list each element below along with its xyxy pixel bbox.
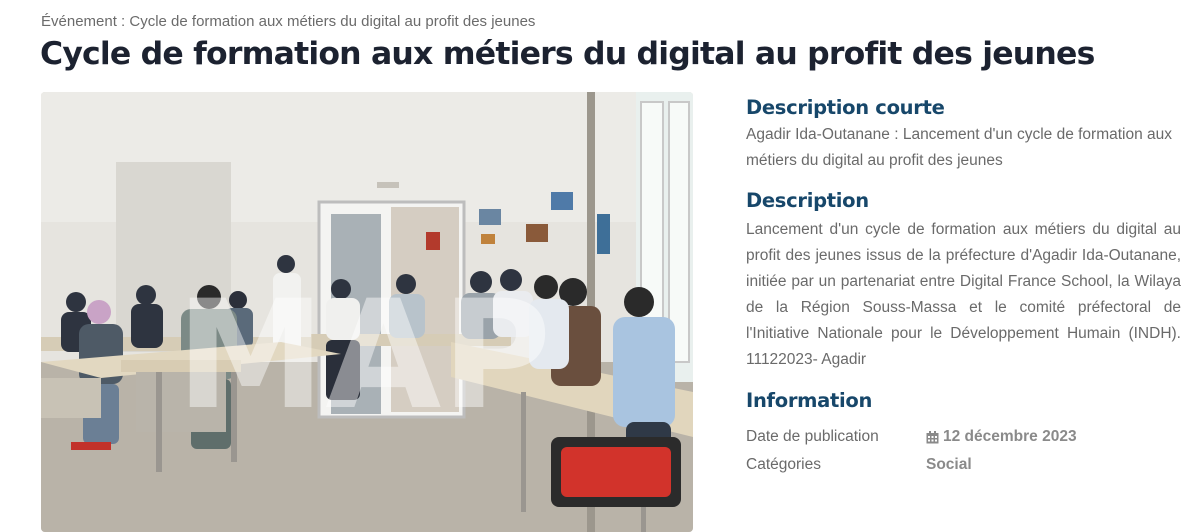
information-heading: Information <box>746 389 873 412</box>
short-description-section: Description courte Agadir Ida-Outanane :… <box>746 94 1181 174</box>
categories-label: Catégories <box>746 456 821 473</box>
categories-row: Catégories Social <box>746 451 1181 479</box>
description-heading: Description <box>746 189 869 212</box>
publication-value: 12 décembre 2023 <box>926 423 1077 451</box>
map-watermark: MAP <box>176 269 551 443</box>
short-description-heading: Description courte <box>746 96 945 119</box>
event-details: Description courte Agadir Ida-Outanane :… <box>746 92 1181 479</box>
publication-label: Date de publication <box>746 428 879 445</box>
description-text: Lancement d'un cycle de formation aux mé… <box>746 221 1181 368</box>
event-photo[interactable]: MAP <box>41 92 693 532</box>
calendar-icon <box>926 430 939 443</box>
page-title: Cycle de formation aux métiers du digita… <box>40 36 1095 72</box>
information-section: Information Date de publication 12 décem… <box>746 387 1181 479</box>
publication-row: Date de publication 12 décembre 2023 <box>746 423 1181 451</box>
breadcrumb: Événement : Cycle de formation aux métie… <box>41 13 536 30</box>
short-description-text: Agadir Ida-Outanane : Lancement d'un cyc… <box>746 126 1173 169</box>
categories-value[interactable]: Social <box>926 451 972 479</box>
description-section: Description Lancement d'un cycle de form… <box>746 187 1181 373</box>
publication-date: 12 décembre 2023 <box>943 428 1077 445</box>
